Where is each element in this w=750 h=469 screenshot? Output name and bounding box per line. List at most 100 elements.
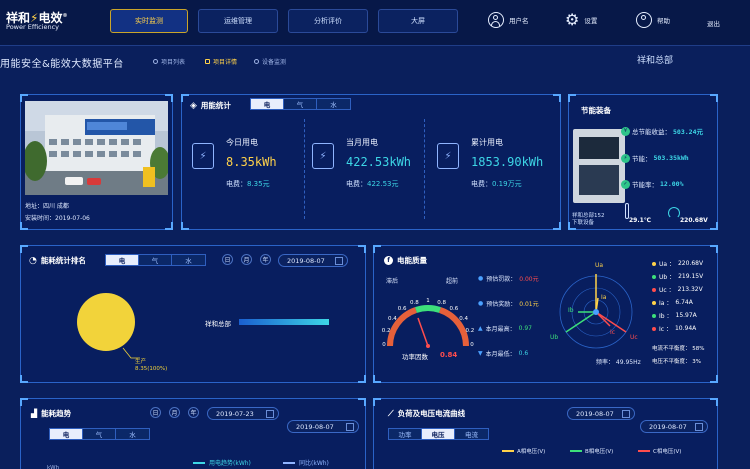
tab-water[interactable]: 水 <box>116 429 149 439</box>
phasor-label-ic: Ic <box>610 329 616 336</box>
date-value: 2019-08-07 <box>649 422 687 431</box>
pq-row: ● 预估奖励： 0.01元 <box>478 299 539 308</box>
reading-label: Ic ： <box>659 326 672 333</box>
trend-legend-usage[interactable]: 用电趋势(kWh) <box>193 458 251 467</box>
legend-swatch <box>283 461 295 464</box>
reading-value: 220.68V <box>677 260 704 267</box>
tab-electricity[interactable]: 电 <box>106 255 139 265</box>
gauge-tick: 0.6 <box>449 306 459 313</box>
nav-big-screen[interactable]: 大屏 <box>378 9 458 33</box>
tab-gas[interactable]: 气 <box>139 255 172 265</box>
pf-label: 功率因数 <box>402 353 428 361</box>
pq-row: ▲ 本月最高： 0.97 <box>478 324 532 333</box>
user-menu[interactable]: 用户名 <box>488 12 529 28</box>
dot-icon <box>652 274 656 279</box>
load-date-from[interactable]: 2019-08-07 <box>567 407 635 420</box>
pie-icon: ◔ <box>29 255 37 266</box>
crumb-project-detail[interactable]: 项目详情 <box>205 57 237 66</box>
load-legend-c[interactable]: C相电压(V) <box>638 447 681 455</box>
tab-current[interactable]: 电流 <box>455 429 488 439</box>
trend-legend-yoy[interactable]: 同比(kWh) <box>283 458 329 467</box>
ranking-date-picker[interactable]: 2019-08-07 <box>278 254 348 267</box>
gauge-tick: 0 <box>470 342 474 348</box>
pq-value: 0.97 <box>518 325 532 332</box>
nav-analysis[interactable]: 分析评价 <box>288 9 368 33</box>
tab-water[interactable]: 水 <box>317 99 350 109</box>
gauge-tick: 0.8 <box>437 300 446 307</box>
bar-chart-icon: ▟ <box>31 409 38 418</box>
phasor-label-ub: Ub <box>550 334 559 341</box>
tab-gas[interactable]: 气 <box>284 99 317 109</box>
phasor-label-uc: Uc <box>630 334 638 341</box>
legend-text: 同比(kWh) <box>299 460 329 467</box>
current-unbalance: 电流不平衡度： 58% <box>652 346 705 352</box>
ranking-title-row: ◔ 能耗统计排名 <box>29 255 86 266</box>
trend-tabs: 电 气 水 <box>49 428 150 440</box>
voltage-value: 220.68V <box>680 217 708 224</box>
calendar-icon <box>695 423 703 431</box>
saving-label: 节能率： <box>632 181 658 189</box>
trend-date-from[interactable]: 2019-07-23 <box>207 407 279 420</box>
pie-label-value: 8.35(100%) <box>135 365 168 372</box>
calendar-icon <box>335 257 343 265</box>
date-value: 2019-08-07 <box>296 422 334 431</box>
phase-reading: Ia ： 6.74A <box>652 298 693 307</box>
settings-label: 设置 <box>584 17 598 25</box>
tab-gas[interactable]: 气 <box>83 429 116 439</box>
settings-button[interactable]: ⚙ 设置 <box>565 12 597 28</box>
power-quality-title: 电能质量 <box>397 256 427 265</box>
legend-text: B相电压(V) <box>585 449 614 455</box>
saving-label: 总节能收益： <box>632 128 671 136</box>
legend-text: 用电趋势(kWh) <box>209 460 251 467</box>
legend-swatch <box>638 450 650 452</box>
dot-icon <box>652 313 656 318</box>
trend-y-unit: kWh <box>47 465 60 469</box>
period-year-button[interactable]: 年 <box>260 254 271 265</box>
crumb-project-list[interactable]: 项目列表 <box>153 57 185 66</box>
load-legend-a[interactable]: A相电压(V) <box>502 447 545 455</box>
trend-year-button[interactable]: 年 <box>188 407 199 418</box>
load-date-to[interactable]: 2019-08-07 <box>640 420 708 433</box>
trend-title-row: ▟ 能耗趋势 <box>31 408 71 419</box>
stat-value: 422.53kWh <box>346 155 412 169</box>
page-title: 用能安全&能效大数据平台 <box>0 59 124 70</box>
help-button[interactable]: 帮助 <box>636 12 670 28</box>
load-legend-b[interactable]: B相电压(V) <box>570 447 613 455</box>
load-title: 负荷及电压电流曲线 <box>397 409 466 418</box>
energy-stats-tabs: 电 气 水 <box>250 98 351 110</box>
tab-electricity[interactable]: 电 <box>50 429 83 439</box>
pq-value: 0.6 <box>518 350 529 357</box>
stat-value: 8.35kWh <box>226 155 277 169</box>
help-label: 帮助 <box>657 17 670 25</box>
tab-voltage[interactable]: 电压 <box>422 429 455 439</box>
period-month-button[interactable]: 月 <box>241 254 252 265</box>
dot-icon <box>652 300 656 305</box>
device-name: 祥和总部152 下联设备 <box>572 213 605 227</box>
stat-fee: 电费：422.53元 <box>346 179 399 189</box>
voltage-unbalance: 电压不平衡度： 3% <box>652 359 701 365</box>
device-image <box>573 129 625 203</box>
reading-label: Uc ： <box>659 287 675 294</box>
period-day-button[interactable]: 日 <box>222 254 233 265</box>
tab-power[interactable]: 功率 <box>389 429 422 439</box>
username-label: 用户名 <box>509 17 529 25</box>
tab-electricity[interactable]: 电 <box>251 99 284 109</box>
logout-button[interactable]: 退出 <box>707 18 720 28</box>
frequency-value: 频率： 49.95Hz <box>596 359 641 366</box>
date-value: 2019-08-07 <box>576 409 614 418</box>
ranking-tabs: 电 气 水 <box>105 254 206 266</box>
phase-reading: Ic ： 10.94A <box>652 324 696 333</box>
pq-value: 0.00元 <box>519 276 539 283</box>
tab-water[interactable]: 水 <box>172 255 205 265</box>
nav-ops-management[interactable]: 运维管理 <box>198 9 278 33</box>
lightning-icon: ⚡ <box>621 153 630 163</box>
crumb-label: 设备监测 <box>262 59 287 66</box>
brand-logo[interactable]: 祥和⚡电效® Power Efficiency <box>6 9 86 35</box>
nav-realtime-monitor[interactable]: 实时监测 <box>110 9 188 33</box>
trend-day-button[interactable]: 日 <box>150 407 161 418</box>
ranking-bar-fill <box>239 319 329 325</box>
trend-month-button[interactable]: 月 <box>169 407 180 418</box>
saving-item: ✓ 节能率： 12.00% <box>621 179 683 189</box>
crumb-device-monitor[interactable]: 设备监测 <box>254 57 286 66</box>
trend-date-to[interactable]: 2019-08-07 <box>287 420 359 433</box>
